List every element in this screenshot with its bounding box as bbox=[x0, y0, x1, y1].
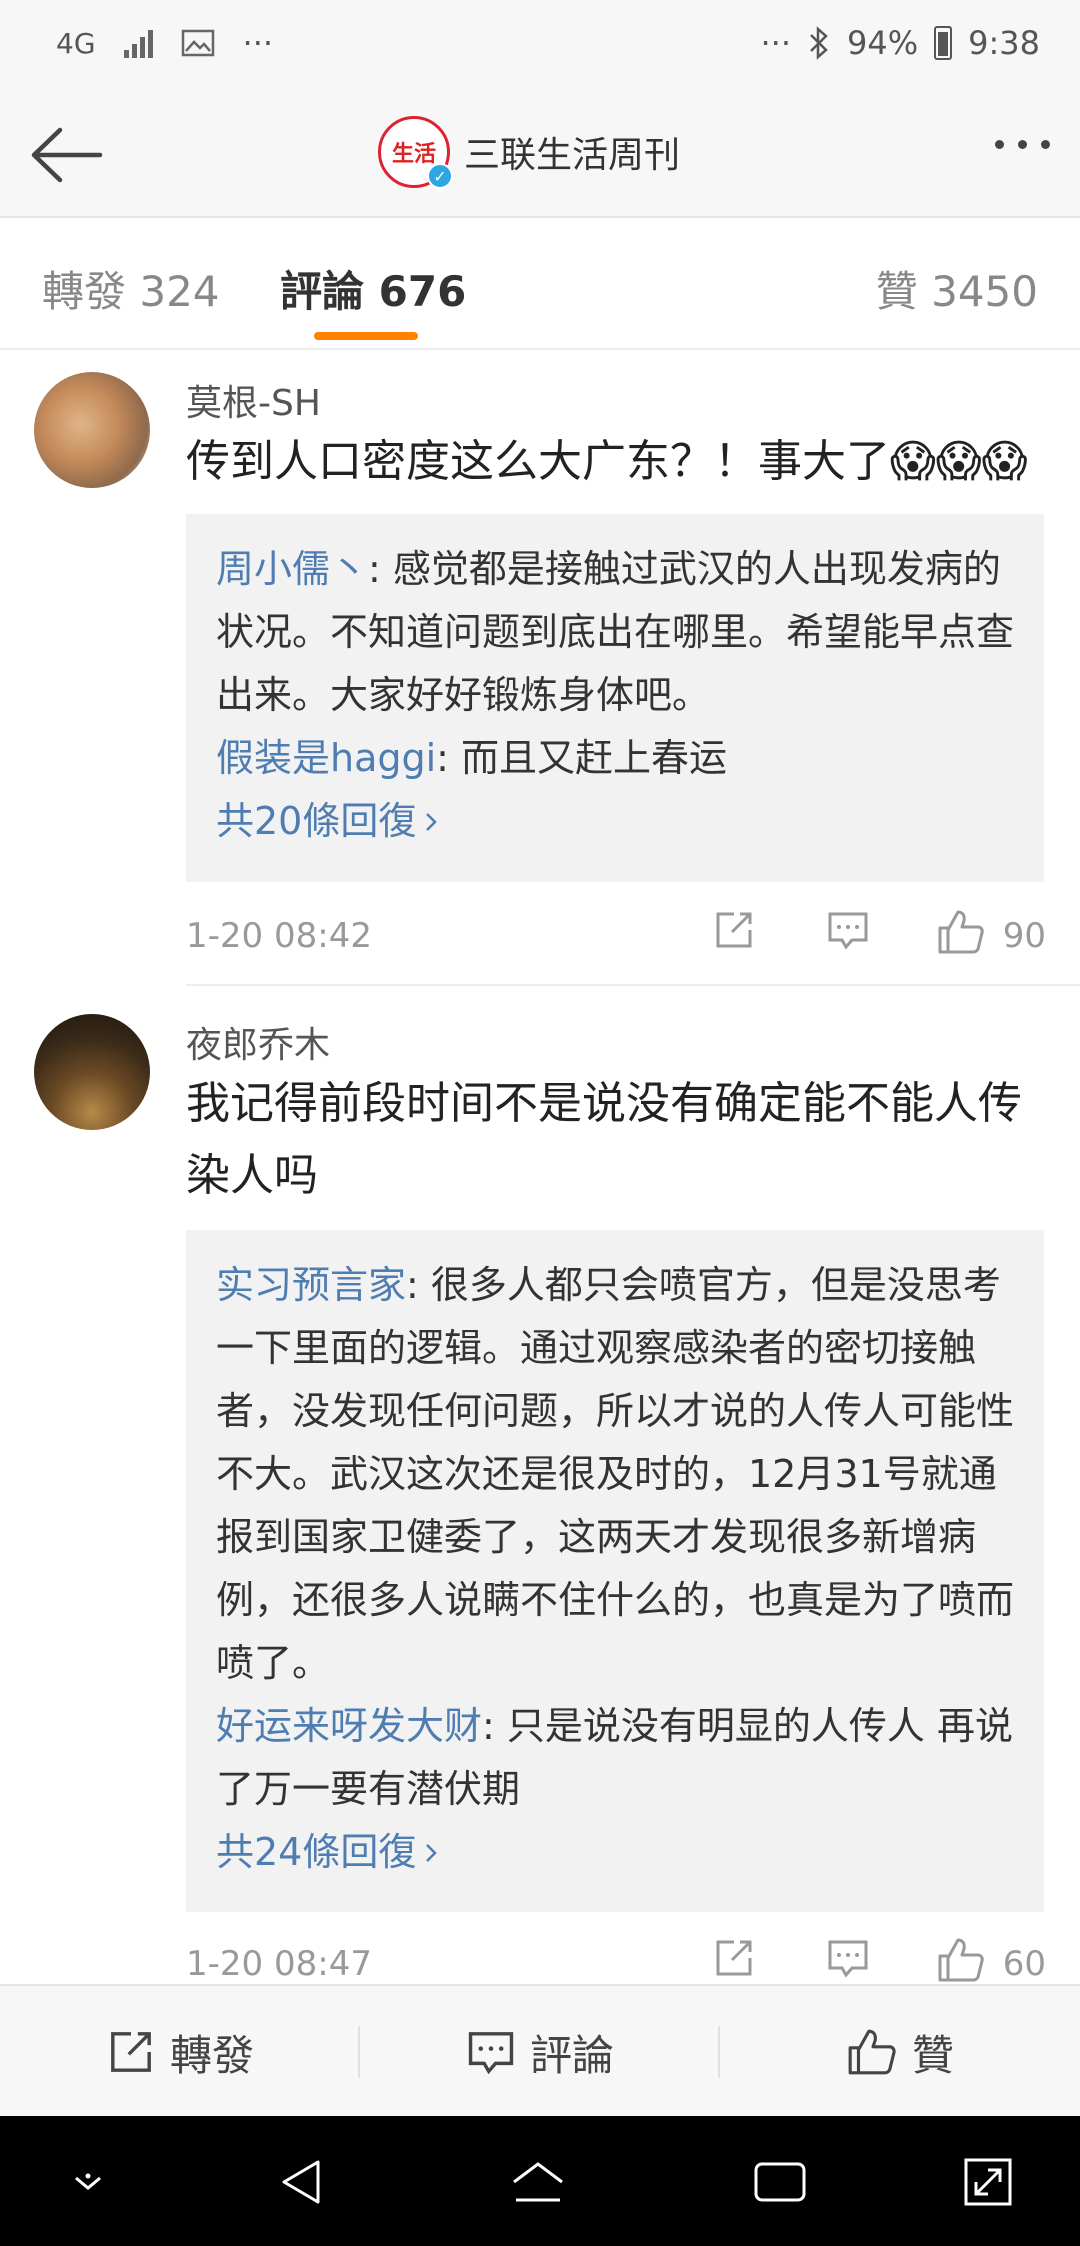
comment-username[interactable]: 莫根-SH bbox=[186, 374, 321, 426]
reply: 假装是haggi: 而且又赶上春运 bbox=[216, 727, 1014, 790]
tab-comments[interactable]: 評論 676 bbox=[280, 258, 466, 319]
app-header: 生活 ✓ 三联生活周刊 bbox=[0, 92, 1080, 218]
comment-divider bbox=[186, 984, 1080, 986]
chevron-down-icon[interactable] bbox=[58, 2152, 118, 2212]
comment-time: 1-20 08:47 bbox=[186, 1944, 372, 1984]
share-icon[interactable] bbox=[712, 908, 756, 952]
reply-box[interactable]: 实习预言家: 很多人都只会喷官方，但是没思考一下里面的逻辑。通过观察感染者的密切… bbox=[186, 1230, 1044, 1912]
reply-username[interactable]: 假装是haggi bbox=[216, 736, 436, 780]
tab-forwards[interactable]: 轉發 324 bbox=[42, 258, 220, 319]
reply-icon[interactable] bbox=[826, 1936, 870, 1980]
reply-text: : 很多人都只会喷官方，但是没思考一下里面的逻辑。通过观察感染者的密切接触者，没… bbox=[216, 1263, 1015, 1685]
status-bar: 4G ··· ··· 94% 9:38 bbox=[0, 0, 1080, 92]
like-icon[interactable] bbox=[936, 908, 986, 956]
comment-label: 評論 bbox=[529, 2030, 614, 2080]
chevron-right-icon bbox=[426, 1843, 438, 1862]
like-icon[interactable] bbox=[936, 1936, 986, 1984]
clock: 9:38 bbox=[968, 24, 1040, 62]
avatar[interactable] bbox=[34, 372, 150, 488]
image-icon bbox=[181, 29, 214, 57]
battery-icon bbox=[934, 26, 953, 60]
share-icon[interactable] bbox=[712, 1936, 756, 1980]
reply-username[interactable]: 好运来呀发大财 bbox=[216, 1704, 482, 1748]
reply: 好运来呀发大财: 只是说没有明显的人传人 再说了万一要有潜伏期 bbox=[216, 1695, 1014, 1821]
system-nav-bar bbox=[0, 2116, 1080, 2246]
network-type: 4G bbox=[56, 26, 96, 60]
tab-likes[interactable]: 贊 3450 bbox=[876, 258, 1038, 319]
like-label: 贊 bbox=[911, 2030, 954, 2080]
signal-icon bbox=[123, 28, 153, 58]
like-button[interactable]: 贊 bbox=[720, 1986, 1080, 2118]
comment-button[interactable]: 評論 bbox=[360, 1986, 720, 2118]
account-logo: 生活 ✓ bbox=[378, 116, 453, 189]
more-notifications-icon: ··· bbox=[242, 24, 274, 62]
back-triangle-icon[interactable] bbox=[272, 2152, 332, 2212]
battery-percent: 94% bbox=[847, 24, 919, 62]
comment-icon bbox=[468, 2032, 514, 2075]
page-title: 三联生活周刊 bbox=[464, 135, 681, 176]
reply-text: : 而且又赶上春运 bbox=[436, 736, 728, 780]
more-status-icon: ··· bbox=[760, 24, 792, 62]
reply-username[interactable]: 周小儒丶 bbox=[216, 547, 368, 591]
chevron-right-icon bbox=[426, 812, 438, 831]
share-icon bbox=[111, 2032, 151, 2072]
comment-text: 传到人口密度这么大广东？！事大了😱😱😱 bbox=[186, 436, 1028, 487]
reply: 周小儒丶: 感觉都是接触过武汉的人出现发病的状况。不知道问题到底出在哪里。希望能… bbox=[216, 538, 1014, 727]
like-count: 90 bbox=[1002, 916, 1046, 956]
back-arrow-icon[interactable] bbox=[26, 122, 106, 188]
forward-label: 轉發 bbox=[169, 2030, 254, 2080]
bottom-action-bar: 轉發 評論 贊 bbox=[0, 1984, 1080, 2116]
reply-box[interactable]: 周小儒丶: 感觉都是接触过武汉的人出现发病的状况。不知道问题到底出在哪里。希望能… bbox=[186, 514, 1044, 882]
home-icon[interactable] bbox=[508, 2152, 568, 2212]
thumbs-up-icon bbox=[848, 2029, 896, 2075]
like-count: 60 bbox=[1002, 1944, 1046, 1984]
bluetooth-icon bbox=[810, 26, 828, 60]
comment-time: 1-20 08:42 bbox=[186, 916, 372, 956]
more-replies-link[interactable]: 共20條回復 bbox=[216, 790, 1014, 853]
reply-username[interactable]: 实习预言家 bbox=[216, 1263, 406, 1307]
recents-icon[interactable] bbox=[750, 2152, 810, 2212]
reply-icon[interactable] bbox=[826, 908, 870, 952]
avatar[interactable] bbox=[34, 1014, 150, 1130]
comment-username[interactable]: 夜郎乔木 bbox=[186, 1016, 330, 1068]
tab-bar: 轉發 324 評論 676 贊 3450 bbox=[0, 218, 1080, 350]
account-title[interactable]: 生活 ✓ 三联生活周刊 bbox=[378, 116, 681, 189]
comment-text: 我记得前段时间不是说没有确定能不能人传染人吗 bbox=[186, 1078, 1022, 1201]
expand-icon[interactable] bbox=[958, 2152, 1018, 2212]
more-options-icon[interactable] bbox=[995, 140, 1050, 149]
reply: 实习预言家: 很多人都只会喷官方，但是没思考一下里面的逻辑。通过观察感染者的密切… bbox=[216, 1254, 1014, 1695]
forward-button[interactable]: 轉發 bbox=[0, 1986, 360, 2118]
comment-meta: 1-20 08:42 90 bbox=[186, 908, 1046, 968]
verified-icon: ✓ bbox=[427, 163, 453, 189]
active-tab-indicator bbox=[314, 332, 418, 340]
more-replies-link[interactable]: 共24條回復 bbox=[216, 1821, 1014, 1884]
